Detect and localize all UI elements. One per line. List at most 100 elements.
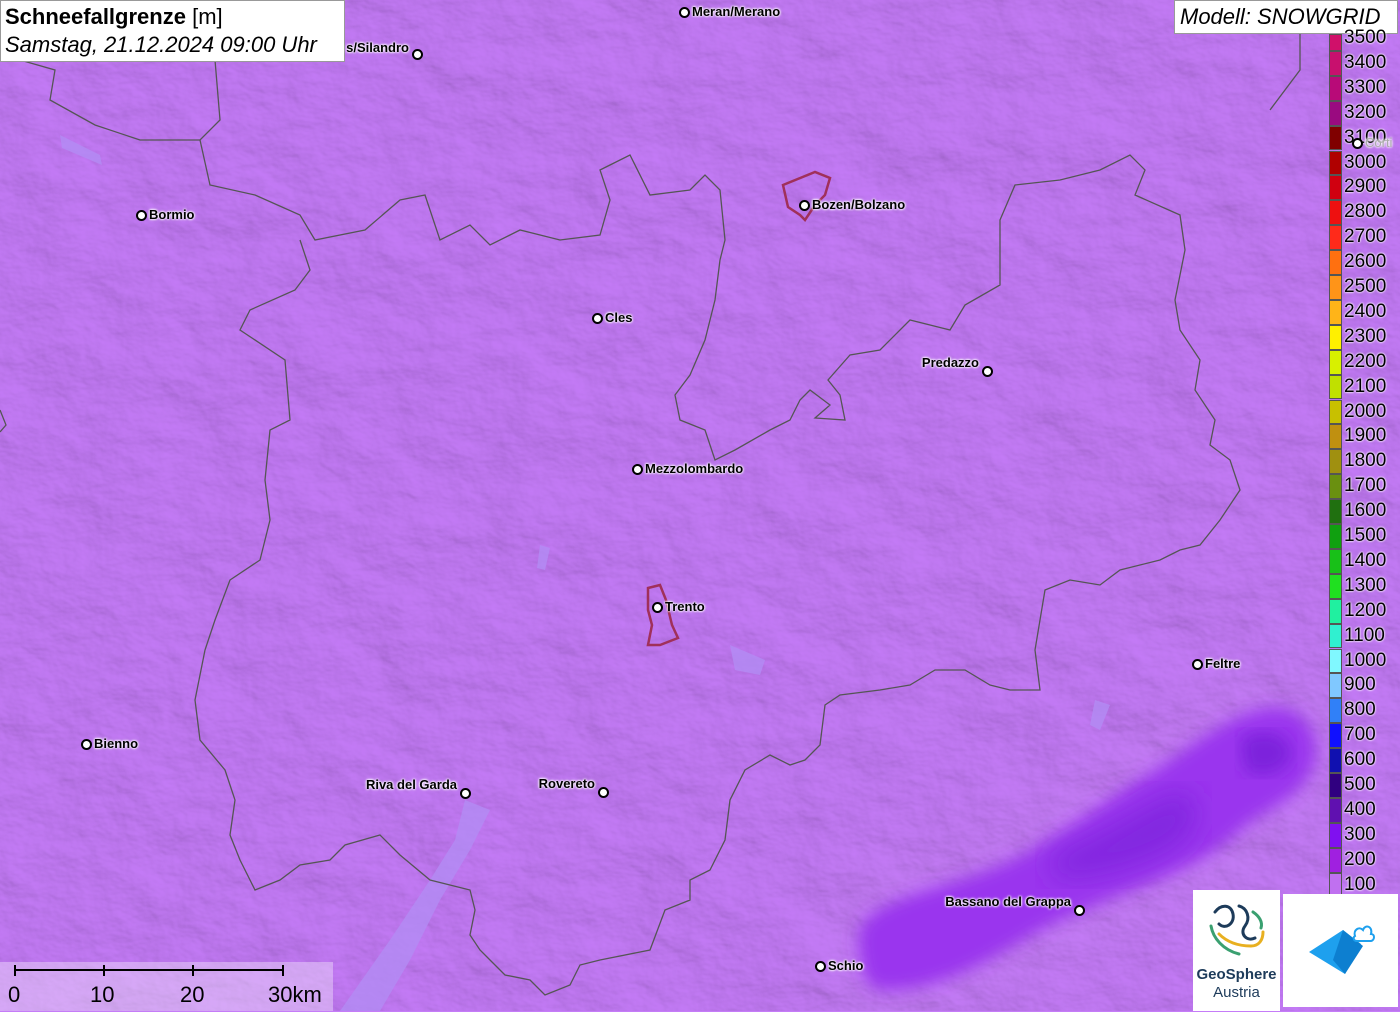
legend-label-800: 800 [1344, 699, 1376, 721]
legend-swatch-1600 [1329, 499, 1342, 524]
legend-swatch-1900 [1329, 424, 1342, 450]
legend-label-200: 200 [1344, 848, 1376, 870]
city-label[interactable]: Trento [665, 599, 705, 614]
legend-swatch-3000 [1329, 150, 1342, 176]
city-label[interactable]: Feltre [1205, 656, 1240, 671]
legend-label-1100: 1100 [1344, 624, 1385, 646]
city-label[interactable]: Bassano del Grappa [945, 894, 1071, 909]
legend-label-1800: 1800 [1344, 450, 1387, 472]
legend-label-2800: 2800 [1344, 201, 1387, 223]
city-label[interactable]: Corti [1365, 135, 1392, 150]
legend-label-1400: 1400 [1344, 549, 1387, 571]
legend-swatch-1000 [1329, 648, 1342, 674]
city-marker[interactable] [81, 739, 92, 750]
legend-label-3000: 3000 [1344, 151, 1387, 173]
legend-label-1200: 1200 [1344, 599, 1387, 621]
legend-swatch-1200 [1329, 598, 1342, 624]
snow-app-logo[interactable] [1283, 894, 1398, 1007]
city-label[interactable]: Cles [605, 310, 632, 325]
legend-label-2600: 2600 [1344, 251, 1387, 273]
city-label[interactable]: Rovereto [539, 776, 595, 791]
legend-label-500: 500 [1344, 774, 1376, 795]
legend-label-1000: 1000 [1344, 649, 1387, 671]
legend-label-1500: 1500 [1344, 525, 1387, 546]
city-marker[interactable] [679, 7, 690, 18]
legend-swatch-3200 [1329, 100, 1342, 126]
title-box: Schneefallgrenze [m] Samstag, 21.12.2024… [0, 0, 345, 62]
legend-swatch-3400 [1329, 50, 1342, 76]
map-title: Schneefallgrenze [m] [5, 4, 223, 29]
legend-swatch-1500 [1329, 524, 1342, 549]
map-canvas[interactable] [0, 0, 1400, 1011]
legend-label-2500: 2500 [1344, 276, 1387, 297]
geosphere-emblem-icon [1209, 904, 1265, 956]
legend-label-400: 400 [1344, 798, 1376, 820]
legend-swatch-2400 [1329, 299, 1342, 325]
scale-label-10: 10 [90, 982, 115, 1007]
city-marker[interactable] [1192, 659, 1203, 670]
legend-swatch-2300 [1329, 324, 1342, 350]
city-marker[interactable] [1352, 138, 1363, 149]
scale-label-0: 0 [8, 982, 21, 1007]
legend-swatch-500 [1329, 773, 1342, 798]
legend-swatch-700 [1329, 723, 1342, 749]
legend-swatch-2500 [1329, 275, 1342, 300]
legend-label-3200: 3200 [1344, 101, 1387, 123]
city-label[interactable]: Mezzolombardo [645, 461, 743, 476]
city-marker[interactable] [136, 210, 147, 221]
legend-swatch-1400 [1329, 548, 1342, 574]
legend-swatch-2800 [1329, 200, 1342, 226]
city-marker[interactable] [412, 49, 423, 60]
legend-label-1600: 1600 [1344, 500, 1387, 522]
scale-label-20: 20 [180, 982, 205, 1007]
city-label[interactable]: Meran/Merano [692, 4, 780, 19]
legend-swatch-1800 [1329, 449, 1342, 475]
legend-label-1700: 1700 [1344, 475, 1387, 497]
city-marker[interactable] [598, 787, 609, 798]
geosphere-name: GeoSphere [1196, 966, 1277, 983]
city-marker[interactable] [982, 366, 993, 377]
legend-swatch-2700 [1329, 225, 1342, 251]
city-label[interactable]: Bormio [149, 207, 195, 222]
snow-mountain-icon [1309, 925, 1375, 974]
city-label[interactable]: Predazzo [922, 355, 979, 370]
city-marker[interactable] [592, 313, 603, 324]
city-label[interactable]: Riva del Garda [366, 777, 457, 792]
geosphere-logo[interactable]: GeoSphere Austria [1193, 890, 1280, 1011]
city-label[interactable]: Bozen/Bolzano [812, 197, 905, 212]
legend-swatch-2900 [1329, 175, 1342, 201]
legend-label-2100: 2100 [1344, 375, 1387, 397]
legend-label-2300: 2300 [1344, 325, 1387, 347]
city-label[interactable]: s/Silandro [346, 40, 409, 55]
scale-bar: 0 10 20 30km [0, 962, 333, 1011]
city-marker[interactable] [815, 961, 826, 972]
city-marker[interactable] [632, 464, 643, 475]
legend-swatch-1300 [1329, 573, 1342, 599]
legend-swatch-800 [1329, 698, 1342, 724]
city-marker[interactable] [799, 200, 810, 211]
city-marker[interactable] [1074, 905, 1085, 916]
legend-swatch-2600 [1329, 250, 1342, 275]
legend-swatch-300 [1329, 822, 1342, 848]
legend-swatch-400 [1329, 797, 1342, 823]
legend-swatch-3100 [1329, 125, 1342, 151]
legend-label-2200: 2200 [1344, 350, 1387, 372]
legend-swatch-2100 [1329, 374, 1342, 400]
legend-label-300: 300 [1344, 823, 1376, 845]
scale-label-30km: 30km [268, 982, 322, 1007]
legend-swatch-900 [1329, 673, 1342, 699]
legend-label-900: 900 [1344, 674, 1376, 696]
city-label[interactable]: Schio [828, 958, 863, 973]
city-marker[interactable] [652, 602, 663, 613]
legend-label-1300: 1300 [1344, 574, 1387, 596]
legend-swatch-600 [1329, 748, 1342, 773]
city-label[interactable]: Bienno [94, 736, 138, 751]
legend-label-3500: 3500 [1344, 27, 1387, 48]
legend-swatch-1100 [1329, 623, 1342, 649]
city-marker[interactable] [460, 788, 471, 799]
geosphere-country: Austria [1213, 984, 1260, 1001]
legend-label-100: 100 [1344, 873, 1376, 895]
legend-label-2400: 2400 [1344, 300, 1387, 322]
legend-label-2900: 2900 [1344, 176, 1387, 198]
map-subtitle: Samstag, 21.12.2024 09:00 Uhr [5, 32, 317, 57]
